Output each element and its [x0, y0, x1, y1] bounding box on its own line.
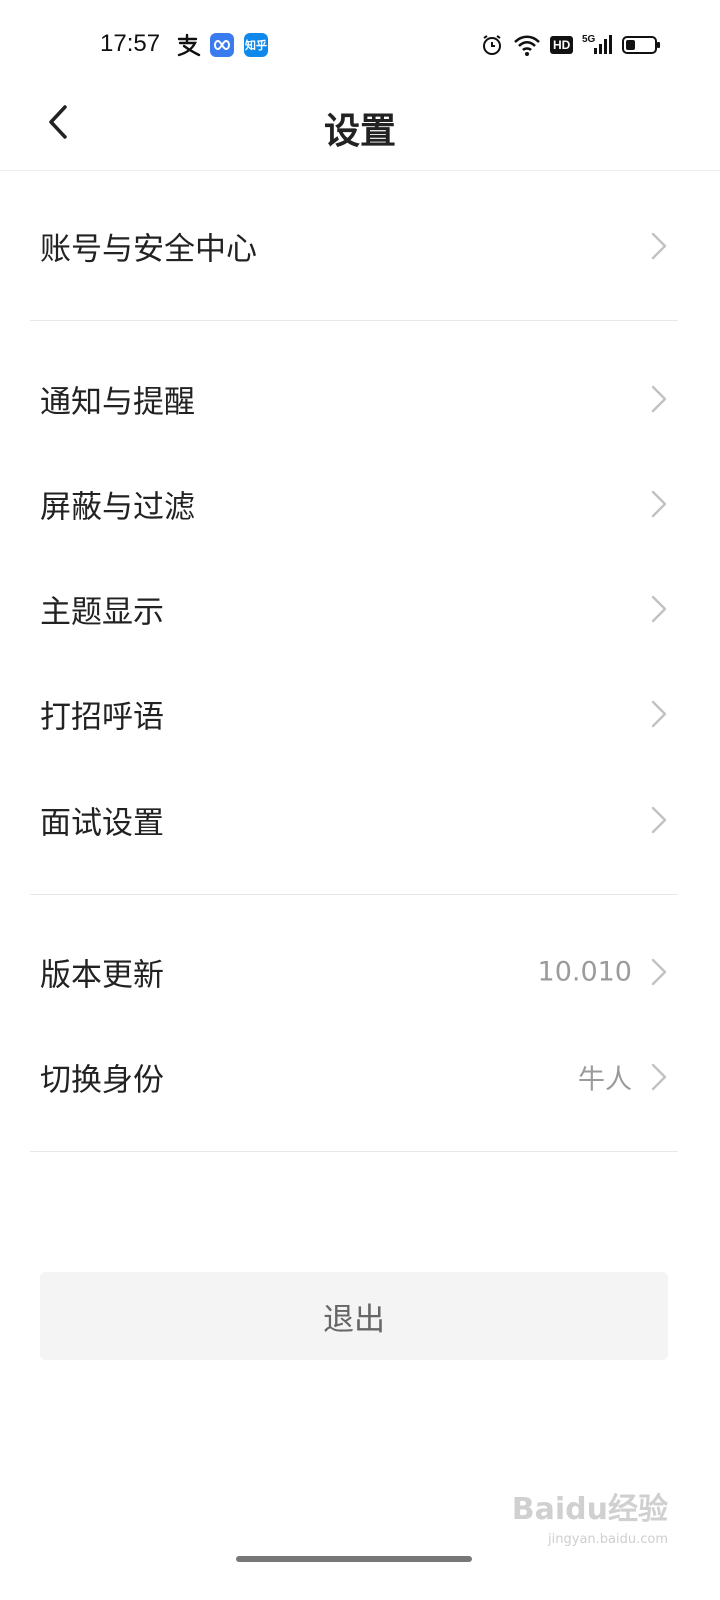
settings-item-block-filter[interactable]: 屏蔽与过滤 [0, 451, 720, 556]
chevron-right-icon [651, 806, 667, 833]
section-divider [30, 320, 678, 321]
section-divider [30, 894, 678, 895]
signal-5g-icon: 5G [582, 33, 614, 57]
chevron-right-icon [651, 700, 667, 727]
page-title: 设置 [323, 111, 396, 152]
title-bar: 设置 [0, 90, 720, 171]
alipay-icon [176, 33, 202, 57]
settings-item-label: 通知与提醒 [40, 384, 195, 420]
svg-text:5G: 5G [582, 34, 596, 45]
current-identity: 牛人 [578, 1064, 632, 1095]
settings-item-label: 屏蔽与过滤 [40, 489, 195, 525]
chevron-right-icon [651, 490, 667, 517]
settings-item-label: 账号与安全中心 [40, 231, 257, 267]
hd-label: HD [550, 36, 574, 54]
logout-button[interactable]: 退出 [40, 1272, 668, 1360]
settings-item-label: 打招呼语 [40, 699, 164, 735]
section-divider [30, 1151, 678, 1152]
settings-item-label: 切换身份 [40, 1062, 164, 1098]
settings-item-label: 面试设置 [40, 805, 164, 841]
baidu-jingyan-watermark: Baidu经验 jingyan.baidu.com [511, 1492, 668, 1547]
settings-item-theme[interactable]: 主题显示 [0, 556, 720, 661]
watermark-sub: jingyan.baidu.com [548, 1532, 668, 1547]
version-number: 10.010 [537, 956, 632, 987]
chevron-right-icon [651, 232, 667, 259]
settings-item-interview[interactable]: 面试设置 [0, 767, 720, 872]
home-indicator[interactable] [236, 1556, 472, 1562]
chevron-right-icon [651, 385, 667, 412]
infinity-app-icon [210, 33, 234, 57]
chevron-right-icon [651, 958, 667, 985]
zhihu-app-icon: 知乎 [244, 33, 268, 57]
hd-icon: HD [550, 33, 574, 57]
chevron-right-icon [651, 595, 667, 622]
settings-item-account-security[interactable]: 账号与安全中心 [0, 193, 720, 298]
wifi-icon [513, 33, 541, 57]
settings-item-label: 版本更新 [40, 957, 164, 993]
settings-item-label: 主题显示 [40, 594, 164, 630]
settings-item-notifications[interactable]: 通知与提醒 [0, 346, 720, 451]
battery-icon [622, 33, 662, 57]
chevron-right-icon [651, 1063, 667, 1090]
alarm-icon [480, 33, 504, 57]
zhihu-app-label: 知乎 [244, 33, 268, 57]
settings-item-version-update[interactable]: 版本更新 10.010 [0, 919, 720, 1024]
settings-item-switch-identity[interactable]: 切换身份 牛人 [0, 1024, 720, 1129]
status-time: 17:57 [100, 30, 161, 57]
watermark-main: Baidu经验 [511, 1492, 668, 1527]
settings-item-greeting[interactable]: 打招呼语 [0, 661, 720, 766]
status-bar: 17:57 知乎 HD 5G [0, 0, 720, 90]
